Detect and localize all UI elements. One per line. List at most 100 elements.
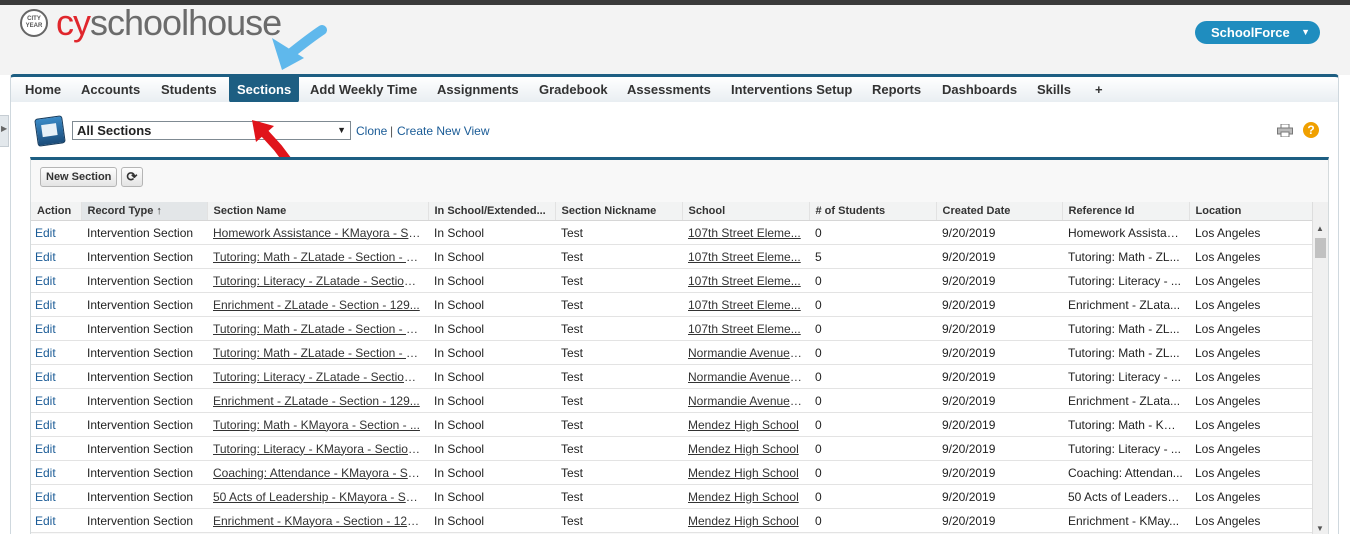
- edit-link[interactable]: Edit: [31, 220, 81, 245]
- school-link[interactable]: Normandie Avenue ...: [682, 388, 809, 413]
- tab-dashboards[interactable]: Dashboards: [942, 82, 1017, 97]
- tab-all-tabs-plus[interactable]: +: [1095, 82, 1103, 97]
- in-school-cell: In School: [428, 508, 555, 533]
- num-students-cell: 0: [809, 460, 936, 485]
- column-header-section-nickname[interactable]: Section Nickname: [555, 202, 683, 221]
- section-name-link[interactable]: Tutoring: Math - ZLatade - Section - 1..…: [207, 316, 428, 341]
- edit-link[interactable]: Edit: [31, 364, 81, 389]
- column-header-reference-id[interactable]: Reference Id: [1062, 202, 1190, 221]
- tab-assignments[interactable]: Assignments: [437, 82, 519, 97]
- edit-link[interactable]: Edit: [31, 316, 81, 341]
- column-header-created-date[interactable]: Created Date: [936, 202, 1063, 221]
- tab-reports[interactable]: Reports: [872, 82, 921, 97]
- clone-view-link[interactable]: Clone: [356, 124, 387, 138]
- scroll-down-icon[interactable]: ▼: [1316, 524, 1324, 533]
- school-link[interactable]: 107th Street Eleme...: [682, 292, 809, 317]
- edit-link[interactable]: Edit: [31, 508, 81, 533]
- tab-sections[interactable]: Sections: [229, 77, 300, 103]
- school-link[interactable]: Mendez High School: [682, 412, 809, 437]
- tab-students[interactable]: Students: [161, 82, 217, 97]
- tab-bar: Home Accounts Students Sections Add Week…: [10, 74, 1339, 103]
- column-header-in-school-extended[interactable]: In School/Extended...: [428, 202, 556, 221]
- edit-link[interactable]: Edit: [31, 436, 81, 461]
- new-section-button[interactable]: New Section: [40, 167, 118, 187]
- column-header-action[interactable]: Action: [31, 202, 82, 221]
- in-school-cell: In School: [428, 460, 555, 485]
- sidebar-collapse-handle[interactable]: ▶: [0, 115, 9, 147]
- section-name-link[interactable]: Tutoring: Literacy - KMayora - Section..…: [207, 436, 428, 461]
- edit-link[interactable]: Edit: [31, 412, 81, 437]
- school-link[interactable]: Mendez High School: [682, 484, 809, 509]
- nickname-cell: Test: [555, 292, 682, 317]
- reference-id-cell: Homework Assistan...: [1062, 220, 1189, 245]
- edit-link[interactable]: Edit: [31, 460, 81, 485]
- edit-link[interactable]: Edit: [31, 292, 81, 317]
- location-cell: Los Angeles: [1189, 484, 1312, 509]
- num-students-cell: 0: [809, 316, 936, 341]
- school-link[interactable]: Mendez High School: [682, 436, 809, 461]
- nickname-cell: Test: [555, 244, 682, 269]
- column-header-record-type[interactable]: Record Type ↑: [81, 202, 208, 221]
- in-school-cell: In School: [428, 364, 555, 389]
- scroll-thumb[interactable]: [1315, 238, 1326, 258]
- section-name-link[interactable]: Tutoring: Math - ZLatade - Section - 1..…: [207, 244, 428, 269]
- table-row: Edit Intervention Section Enrichment - KMa…: [31, 508, 1312, 533]
- dropdown-arrow-icon: ▼: [337, 125, 346, 135]
- column-header-num-students[interactable]: # of Students: [809, 202, 937, 221]
- tab-add-weekly-time[interactable]: Add Weekly Time: [310, 82, 417, 97]
- tab-assessments[interactable]: Assessments: [627, 82, 711, 97]
- school-link[interactable]: 107th Street Eleme...: [682, 244, 809, 269]
- edit-link[interactable]: Edit: [31, 484, 81, 509]
- section-name-link[interactable]: Enrichment - KMayora - Section - 129...: [207, 508, 428, 533]
- edit-link[interactable]: Edit: [31, 268, 81, 293]
- column-header-section-name[interactable]: Section Name: [207, 202, 429, 221]
- tab-home[interactable]: Home: [25, 82, 61, 97]
- column-header-location[interactable]: Location: [1189, 202, 1313, 221]
- in-school-cell: In School: [428, 244, 555, 269]
- location-cell: Los Angeles: [1189, 364, 1312, 389]
- school-link[interactable]: Mendez High School: [682, 460, 809, 485]
- refresh-icon[interactable]: ⟳: [121, 167, 143, 187]
- edit-link[interactable]: Edit: [31, 244, 81, 269]
- table-scrollbar[interactable]: ▲ ▼: [1312, 202, 1328, 534]
- location-cell: Los Angeles: [1189, 412, 1312, 437]
- num-students-cell: 0: [809, 436, 936, 461]
- column-header-school[interactable]: School: [682, 202, 810, 221]
- tab-skills[interactable]: Skills: [1037, 82, 1071, 97]
- location-cell: Los Angeles: [1189, 508, 1312, 533]
- blue-annotation-arrow-icon: [272, 25, 327, 70]
- in-school-cell: In School: [428, 316, 555, 341]
- school-link[interactable]: 107th Street Eleme...: [682, 316, 809, 341]
- section-name-link[interactable]: Enrichment - ZLatade - Section - 129...: [207, 388, 428, 413]
- school-link[interactable]: Mendez High School: [682, 508, 809, 533]
- section-name-link[interactable]: Enrichment - ZLatade - Section - 129...: [207, 292, 428, 317]
- school-link[interactable]: Normandie Avenue ...: [682, 364, 809, 389]
- cyschoolhouse-logo[interactable]: cyschoolhouse: [56, 2, 282, 44]
- in-school-cell: In School: [428, 484, 555, 509]
- nickname-cell: Test: [555, 220, 682, 245]
- school-link[interactable]: 107th Street Eleme...: [682, 220, 809, 245]
- list-view-select[interactable]: All Sections ▼: [72, 121, 351, 140]
- num-students-cell: 0: [809, 484, 936, 509]
- printer-icon[interactable]: [1277, 124, 1293, 137]
- tab-gradebook[interactable]: Gradebook: [539, 82, 608, 97]
- tab-accounts[interactable]: Accounts: [81, 82, 140, 97]
- create-new-view-link[interactable]: Create New View: [397, 124, 489, 138]
- school-link[interactable]: 107th Street Eleme...: [682, 268, 809, 293]
- help-icon[interactable]: ?: [1303, 122, 1319, 138]
- section-name-link[interactable]: Tutoring: Literacy - ZLatade - Section .…: [207, 268, 428, 293]
- tab-interventions-setup[interactable]: Interventions Setup: [731, 82, 852, 97]
- edit-link[interactable]: Edit: [31, 388, 81, 413]
- section-name-link[interactable]: 50 Acts of Leadership - KMayora - Se...: [207, 484, 428, 509]
- section-name-link[interactable]: Homework Assistance - KMayora - Se...: [207, 220, 428, 245]
- record-type-cell: Intervention Section: [81, 340, 207, 365]
- app-switcher-button[interactable]: SchoolForce ▼: [1195, 21, 1320, 44]
- scroll-up-icon[interactable]: ▲: [1316, 224, 1324, 233]
- section-name-link[interactable]: Coaching: Attendance - KMayora - Se...: [207, 460, 428, 485]
- section-name-link[interactable]: Tutoring: Math - ZLatade - Section - 1..…: [207, 340, 428, 365]
- logo-cy-text: cy: [56, 2, 91, 43]
- section-name-link[interactable]: Tutoring: Literacy - ZLatade - Section .…: [207, 364, 428, 389]
- section-name-link[interactable]: Tutoring: Math - KMayora - Section - ...: [207, 412, 428, 437]
- school-link[interactable]: Normandie Avenue ...: [682, 340, 809, 365]
- edit-link[interactable]: Edit: [31, 340, 81, 365]
